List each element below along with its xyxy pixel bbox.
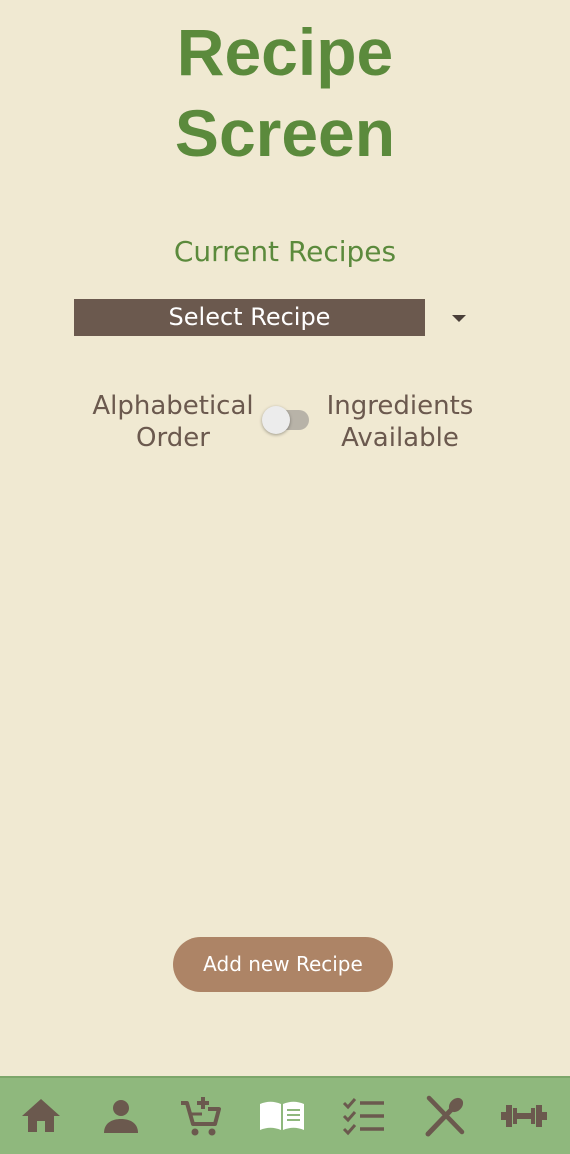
nav-profile[interactable] [97,1092,145,1140]
nav-recipe-book[interactable] [258,1092,306,1140]
nav-utensils[interactable] [421,1092,469,1140]
current-recipes-heading: Current Recipes [173,235,397,268]
add-new-recipe-button[interactable]: Add new Recipe [173,937,393,992]
ingredients-available-label-line2: Available [341,423,459,453]
bottom-navigation [0,1076,570,1154]
dropdown-arrow-icon[interactable] [452,315,466,322]
nav-checklist[interactable] [340,1092,388,1140]
sort-toggle-switch[interactable] [262,406,290,434]
page-title-line1: Recipe [176,15,394,89]
nav-fitness[interactable] [500,1092,548,1140]
alphabetical-order-label: Alphabetical Order [84,390,262,454]
recipe-book-icon [260,1101,304,1130]
nav-add-to-cart[interactable] [177,1092,225,1140]
alphabetical-order-label-line1: Alphabetical [92,391,254,421]
recipe-select-dropdown[interactable]: Select Recipe [74,299,425,336]
alphabetical-order-label-line2: Order [136,423,210,453]
checklist-icon [342,1098,384,1136]
profile-icon [104,1100,138,1133]
page-title: Recipe Screen [0,12,570,174]
dumbbell-icon [501,1105,547,1127]
add-to-cart-icon [181,1097,221,1136]
home-icon [22,1099,60,1132]
ingredients-available-label-line1: Ingredients [326,391,474,421]
page-title-line2: Screen [174,96,396,170]
utensils-icon [425,1095,465,1137]
nav-home[interactable] [17,1092,65,1140]
ingredients-available-label: Ingredients Available [316,390,484,454]
